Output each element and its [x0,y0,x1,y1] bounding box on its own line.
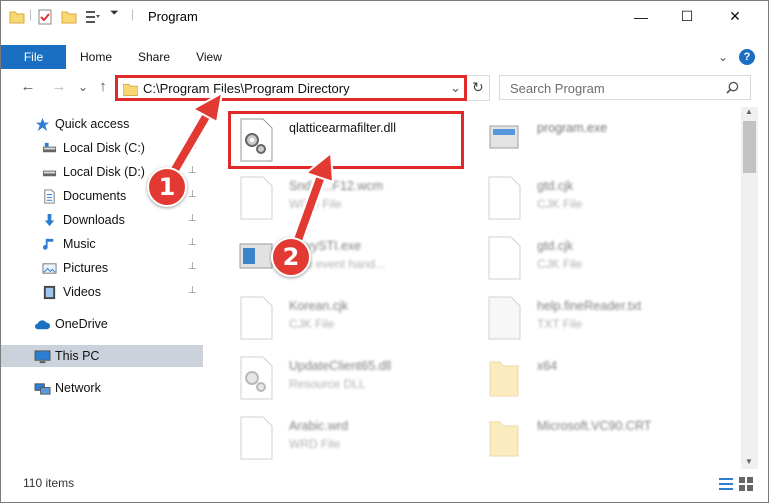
explorer-window: | ⏷ | Program — ☐ ✕ File Home Share View… [0,0,769,503]
callout-badge-2: 2 [271,237,311,277]
callout-arrows [166,91,335,258]
arrow-1 [166,91,224,180]
arrow-2 [287,151,335,258]
callout-badge-1: 1 [147,167,187,207]
